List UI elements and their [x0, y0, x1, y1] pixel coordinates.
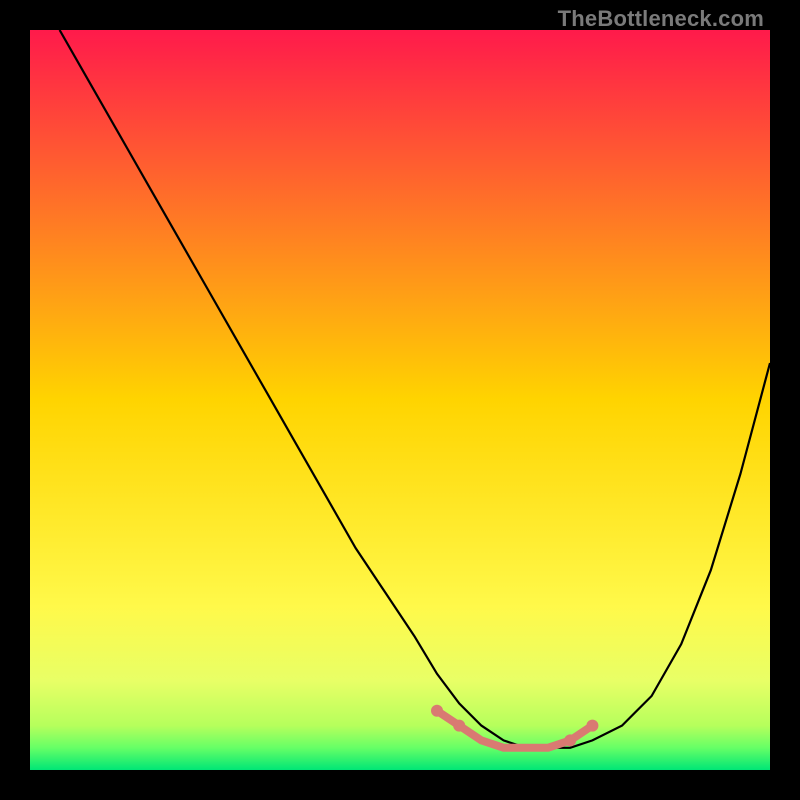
- chart-frame: [30, 30, 770, 770]
- chart-background: [30, 30, 770, 770]
- watermark-text: TheBottleneck.com: [558, 6, 764, 32]
- marker-dot: [564, 734, 576, 746]
- marker-dot: [586, 720, 598, 732]
- marker-dot: [431, 705, 443, 717]
- bottleneck-chart: [30, 30, 770, 770]
- marker-dot: [453, 720, 465, 732]
